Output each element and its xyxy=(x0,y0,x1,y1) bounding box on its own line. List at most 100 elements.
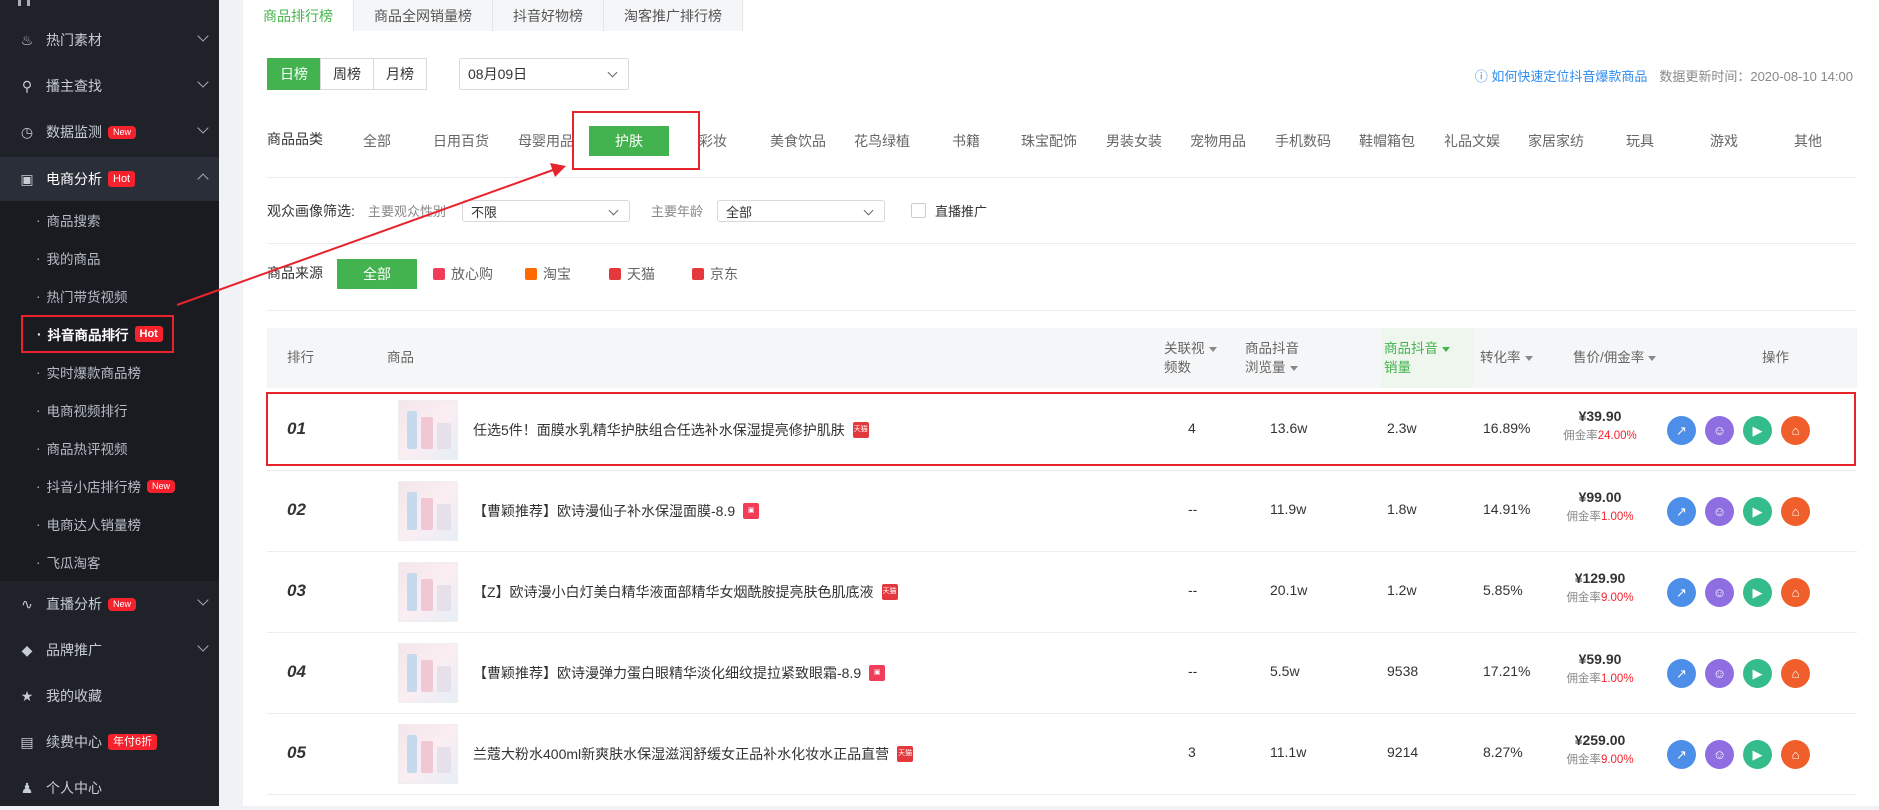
period-day-button[interactable]: 日榜 xyxy=(267,58,321,90)
source-jd[interactable]: 京东 xyxy=(692,264,738,284)
category-baby[interactable]: 母婴用品 xyxy=(518,131,574,151)
shop-icon[interactable]: ⌂ xyxy=(1781,659,1810,688)
product-thumbnail[interactable] xyxy=(398,724,458,784)
product-thumbnail[interactable] xyxy=(398,562,458,622)
sub-item-product-search[interactable]: · 商品搜索 xyxy=(0,201,219,239)
sidebar-item-data-monitor[interactable]: ◷ 数据监测 New xyxy=(0,110,219,154)
tab-taoke-rank[interactable]: 淘客推广排行榜 xyxy=(604,0,743,31)
play-video-icon[interactable]: ▶ xyxy=(1743,578,1772,607)
play-video-icon[interactable]: ▶ xyxy=(1743,416,1772,445)
header-conversion[interactable]: 转化率 xyxy=(1480,348,1533,367)
product-thumbnail[interactable] xyxy=(398,481,458,541)
sidebar-item-live-analysis[interactable]: ∿ 直播分析 New xyxy=(0,582,219,626)
header-sales[interactable]: 商品抖音 销量 xyxy=(1384,339,1450,377)
sub-item-store-rank[interactable]: · 抖音小店排行榜 New xyxy=(0,467,219,505)
trend-chart-icon[interactable]: ↗ xyxy=(1667,659,1696,688)
sub-item-realtime-hot[interactable]: · 实时爆款商品榜 xyxy=(0,353,219,391)
price: ¥39.90 xyxy=(1578,408,1622,424)
user-profile-icon[interactable]: ☺ xyxy=(1705,740,1734,769)
shop-icon[interactable]: ⌂ xyxy=(1781,416,1810,445)
sidebar-item-streamer-search[interactable]: ⚲ 播主查找 xyxy=(0,64,219,108)
live-checkbox[interactable] xyxy=(911,203,926,218)
tab-network-sales[interactable]: 商品全网销量榜 xyxy=(354,0,493,31)
source-tmall[interactable]: 天猫 xyxy=(609,264,655,284)
user-profile-icon[interactable]: ☺ xyxy=(1705,578,1734,607)
period-month-button[interactable]: 月榜 xyxy=(373,58,427,90)
trend-chart-icon[interactable]: ↗ xyxy=(1667,578,1696,607)
sidebar-item-favorites[interactable]: ★ 我的收藏 xyxy=(0,674,219,718)
header-videos[interactable]: 关联视 频数 xyxy=(1164,339,1217,377)
category-other[interactable]: 其他 xyxy=(1794,131,1822,151)
sub-item-hot-videos[interactable]: · 热门带货视频 xyxy=(0,277,219,315)
category-pets[interactable]: 宠物用品 xyxy=(1190,131,1246,151)
sidebar-item-hot-material[interactable]: ♨ 热门素材 xyxy=(0,18,219,62)
sub-item-comment-videos[interactable]: · 商品热评视频 xyxy=(0,429,219,467)
header-rank: 排行 xyxy=(287,350,314,365)
sidebar-item-brand[interactable]: ◆ 品牌推广 xyxy=(0,628,219,672)
gender-select[interactable]: 不限 xyxy=(462,200,630,222)
user-profile-icon[interactable]: ☺ xyxy=(1705,497,1734,526)
sub-item-kol-sales[interactable]: · 电商达人销量榜 xyxy=(0,505,219,543)
user-profile-icon[interactable]: ☺ xyxy=(1705,416,1734,445)
product-name-link[interactable]: 兰蔻大粉水400ml新爽肤水保湿滋润舒缓女正品补水化妆水正品直营 天猫 xyxy=(473,744,914,764)
age-select[interactable]: 全部 xyxy=(717,200,885,222)
tab-good-products[interactable]: 抖音好物榜 xyxy=(493,0,604,31)
category-clothing[interactable]: 男装女装 xyxy=(1106,131,1162,151)
sub-item-ecom-video-rank[interactable]: · 电商视频排行 xyxy=(0,391,219,429)
category-books[interactable]: 书籍 xyxy=(952,131,980,151)
category-jewelry[interactable]: 珠宝配饰 xyxy=(1021,131,1077,151)
sub-item-taoke[interactable]: · 飞瓜淘客 xyxy=(0,543,219,581)
sub-item-douyin-product-rank[interactable]: · 抖音商品排行 Hot xyxy=(21,315,174,353)
category-gifts[interactable]: 礼品文娱 xyxy=(1444,131,1500,151)
sub-item-label: 商品热评视频 xyxy=(46,442,128,457)
trend-chart-icon[interactable]: ↗ xyxy=(1667,740,1696,769)
star-icon: ★ xyxy=(20,687,34,704)
tab-product-rank[interactable]: 商品排行榜 xyxy=(243,0,354,31)
help-link[interactable]: ⓘ 如何快速定位抖音爆款商品 xyxy=(1475,66,1648,85)
category-toys[interactable]: 玩具 xyxy=(1626,131,1654,151)
category-skincare[interactable]: 护肤 xyxy=(589,126,669,156)
category-bags[interactable]: 鞋帽箱包 xyxy=(1359,131,1415,151)
product-name-link[interactable]: 【Z】欧诗漫小白灯美白精华液面部精华女烟酰胺提亮肤色肌底液 天猫 xyxy=(473,582,898,602)
new-badge: New xyxy=(108,597,137,611)
shop-icon[interactable]: ⌂ xyxy=(1781,740,1810,769)
product-thumbnail[interactable] xyxy=(398,643,458,703)
category-games[interactable]: 游戏 xyxy=(1710,131,1738,151)
play-video-icon[interactable]: ▶ xyxy=(1743,659,1772,688)
trend-chart-icon[interactable]: ↗ xyxy=(1667,416,1696,445)
category-makeup[interactable]: 彩妆 xyxy=(699,131,727,151)
source-all[interactable]: 全部 xyxy=(337,259,417,289)
table-header: 排行 商品 关联视 频数 商品抖音 浏览量 商品抖音 销量 转化率 售价/佣金率 操作 xyxy=(267,328,1857,388)
header-views[interactable]: 商品抖音 浏览量 xyxy=(1245,339,1299,377)
header-price[interactable]: 售价/佣金率 xyxy=(1573,348,1657,367)
source-taobao[interactable]: 淘宝 xyxy=(525,264,571,284)
trend-chart-icon[interactable]: ↗ xyxy=(1667,497,1696,526)
header-videos-line1: 关联视 xyxy=(1164,341,1205,356)
discount-badge: 年付6折 xyxy=(108,734,158,750)
tab-bar: 商品排行榜 商品全网销量榜 抖音好物榜 淘客推广排行榜 xyxy=(243,0,743,31)
source-fangxingou[interactable]: 放心购 xyxy=(433,264,493,284)
sidebar-item-ecommerce[interactable]: ▣ 电商分析 Hot xyxy=(0,157,219,201)
sidebar-item-renew[interactable]: ▤ 续费中心 年付6折 xyxy=(0,720,219,764)
play-video-icon[interactable]: ▶ xyxy=(1743,740,1772,769)
product-name-link[interactable]: 【曹颖推荐】欧诗漫弹力蛋白眼精华淡化细纹提拉紧致眼霜-8.9 ▣ xyxy=(473,663,886,683)
sales: 2.3w xyxy=(1387,420,1417,436)
shop-icon[interactable]: ⌂ xyxy=(1781,497,1810,526)
product-thumbnail[interactable] xyxy=(398,400,458,460)
category-plants[interactable]: 花鸟绿植 xyxy=(854,131,910,151)
category-all[interactable]: 全部 xyxy=(363,131,391,151)
category-digital[interactable]: 手机数码 xyxy=(1275,131,1331,151)
user-profile-icon[interactable]: ☺ xyxy=(1705,659,1734,688)
period-week-button[interactable]: 周榜 xyxy=(320,58,374,90)
category-home[interactable]: 家居家纺 xyxy=(1528,131,1584,151)
product-name-link[interactable]: 任选5件！面膜水乳精华护肤组合任选补水保湿提亮修护肌肤 天猫 xyxy=(473,420,869,440)
category-food[interactable]: 美食饮品 xyxy=(770,131,826,151)
date-select[interactable]: 08月09日 xyxy=(459,58,629,90)
category-daily[interactable]: 日用百货 xyxy=(433,131,489,151)
play-video-icon[interactable]: ▶ xyxy=(1743,497,1772,526)
table-row: 04 【曹颖推荐】欧诗漫弹力蛋白眼精华淡化细纹提拉紧致眼霜-8.9 ▣ -- 5.… xyxy=(267,633,1857,714)
shop-icon[interactable]: ⌂ xyxy=(1781,578,1810,607)
sub-item-my-products[interactable]: · 我的商品 xyxy=(0,239,219,277)
sidebar-item-profile[interactable]: ♟ 个人中心 xyxy=(0,766,219,810)
product-name-link[interactable]: 【曹颖推荐】欧诗漫仙子补水保湿面膜-8.9 ▣ xyxy=(473,501,760,521)
